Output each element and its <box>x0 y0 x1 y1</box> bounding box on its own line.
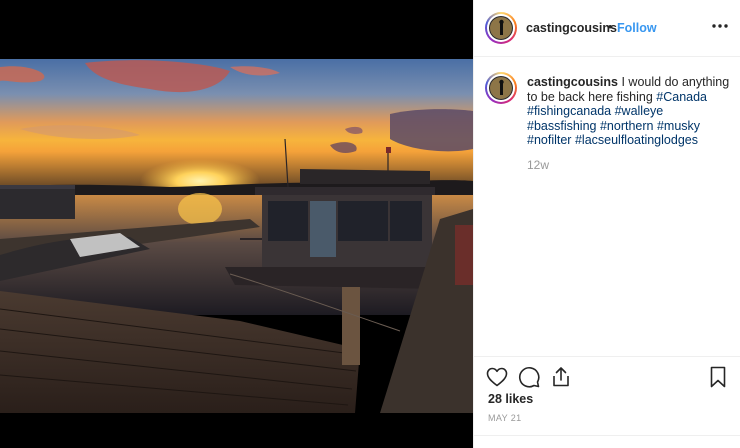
username-link[interactable]: castingcousins <box>526 21 617 35</box>
hashtag-link[interactable]: #musky <box>657 119 700 133</box>
avatar-frame <box>487 74 515 102</box>
follow-button[interactable]: Follow <box>617 21 657 35</box>
photo-pane <box>0 0 473 448</box>
comment-divider <box>474 435 740 436</box>
share-icon[interactable] <box>549 365 573 389</box>
heart-icon[interactable] <box>485 365 509 389</box>
hashtag-link[interactable]: #Canada <box>656 90 707 104</box>
separator-dot: • <box>608 20 613 34</box>
hashtag-link[interactable]: #bassfishing <box>527 119 597 133</box>
hashtag-link[interactable]: #fishingcanada <box>527 104 611 118</box>
caption-timestamp[interactable]: 12w <box>527 158 549 172</box>
comment-icon[interactable] <box>517 365 541 389</box>
caption-text: castingcousins I would do anything to be… <box>527 75 732 148</box>
post-sidebar: castingcousins • Follow castingcousins I… <box>473 0 740 448</box>
post-actions: 28 likes MAY 21 <box>474 356 740 448</box>
avatar-image <box>489 16 513 40</box>
avatar-frame <box>487 14 515 42</box>
caption-username[interactable]: castingcousins <box>527 75 618 89</box>
post-photo[interactable] <box>0 59 473 413</box>
likes-count[interactable]: 28 likes <box>488 392 533 406</box>
post-date: MAY 21 <box>488 413 522 423</box>
post-header: castingcousins • Follow <box>474 0 740 57</box>
bookmark-icon[interactable] <box>706 365 730 389</box>
hashtag-link[interactable]: #walleye <box>615 104 664 118</box>
hashtag-link[interactable]: #lacseulfloatinglodges <box>575 133 698 147</box>
hashtag-link[interactable]: #northern <box>600 119 654 133</box>
more-options-icon[interactable] <box>709 15 731 37</box>
avatar-image <box>489 76 513 100</box>
hashtag-link[interactable]: #nofilter <box>527 133 571 147</box>
profile-avatar[interactable] <box>485 12 517 44</box>
caption-avatar[interactable] <box>485 72 517 104</box>
